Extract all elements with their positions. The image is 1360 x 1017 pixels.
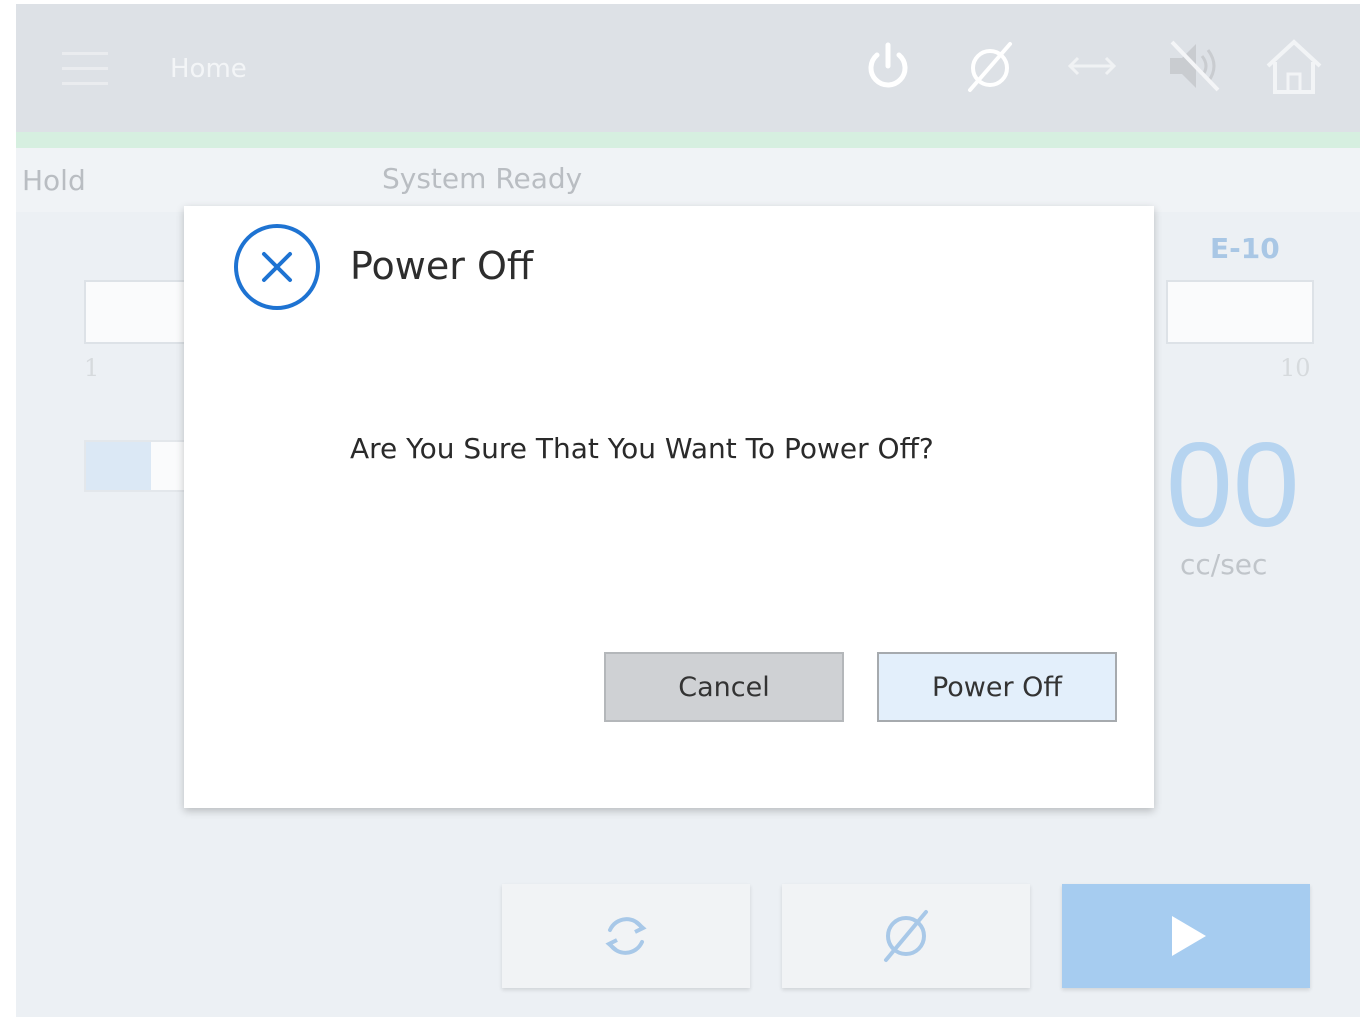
dialog-message: Are You Sure That You Want To Power Off? (350, 432, 934, 465)
model-label: E-10 (1210, 232, 1280, 265)
dialog-title: Power Off (350, 244, 534, 288)
home-icon[interactable] (1264, 36, 1324, 96)
status-accent-bar (16, 132, 1360, 148)
no-disposable-icon (884, 910, 928, 962)
mute-icon[interactable] (1164, 36, 1224, 96)
no-disposable-button[interactable] (782, 884, 1030, 988)
start-button[interactable] (1062, 884, 1310, 988)
status-mode: Hold (22, 164, 86, 197)
no-disposable-icon[interactable] (960, 36, 1020, 96)
play-icon (1172, 916, 1206, 956)
top-bar: Home (16, 4, 1360, 132)
scale-min-label: 1 (84, 354, 100, 382)
status-row (16, 148, 1360, 212)
cancel-button[interactable]: Cancel (604, 652, 844, 722)
flow-rate-value: 00 (1166, 418, 1300, 552)
flow-rate-unit: cc/sec (1180, 548, 1268, 581)
power-icon[interactable] (858, 36, 918, 96)
scale-max-label: 10 (1280, 354, 1311, 382)
slider-fill (86, 442, 151, 490)
close-circle-icon (232, 222, 322, 312)
refresh-icon (605, 917, 647, 955)
page-title: Home (170, 54, 247, 84)
refresh-button[interactable] (502, 884, 750, 988)
status-message: System Ready (382, 162, 583, 195)
menu-icon[interactable] (62, 52, 108, 86)
power-off-dialog: Power Off Are You Sure That You Want To … (184, 206, 1154, 808)
gauge-field-right[interactable] (1166, 280, 1314, 344)
arrows-icon[interactable] (1062, 36, 1122, 96)
power-off-button[interactable]: Power Off (877, 652, 1117, 722)
